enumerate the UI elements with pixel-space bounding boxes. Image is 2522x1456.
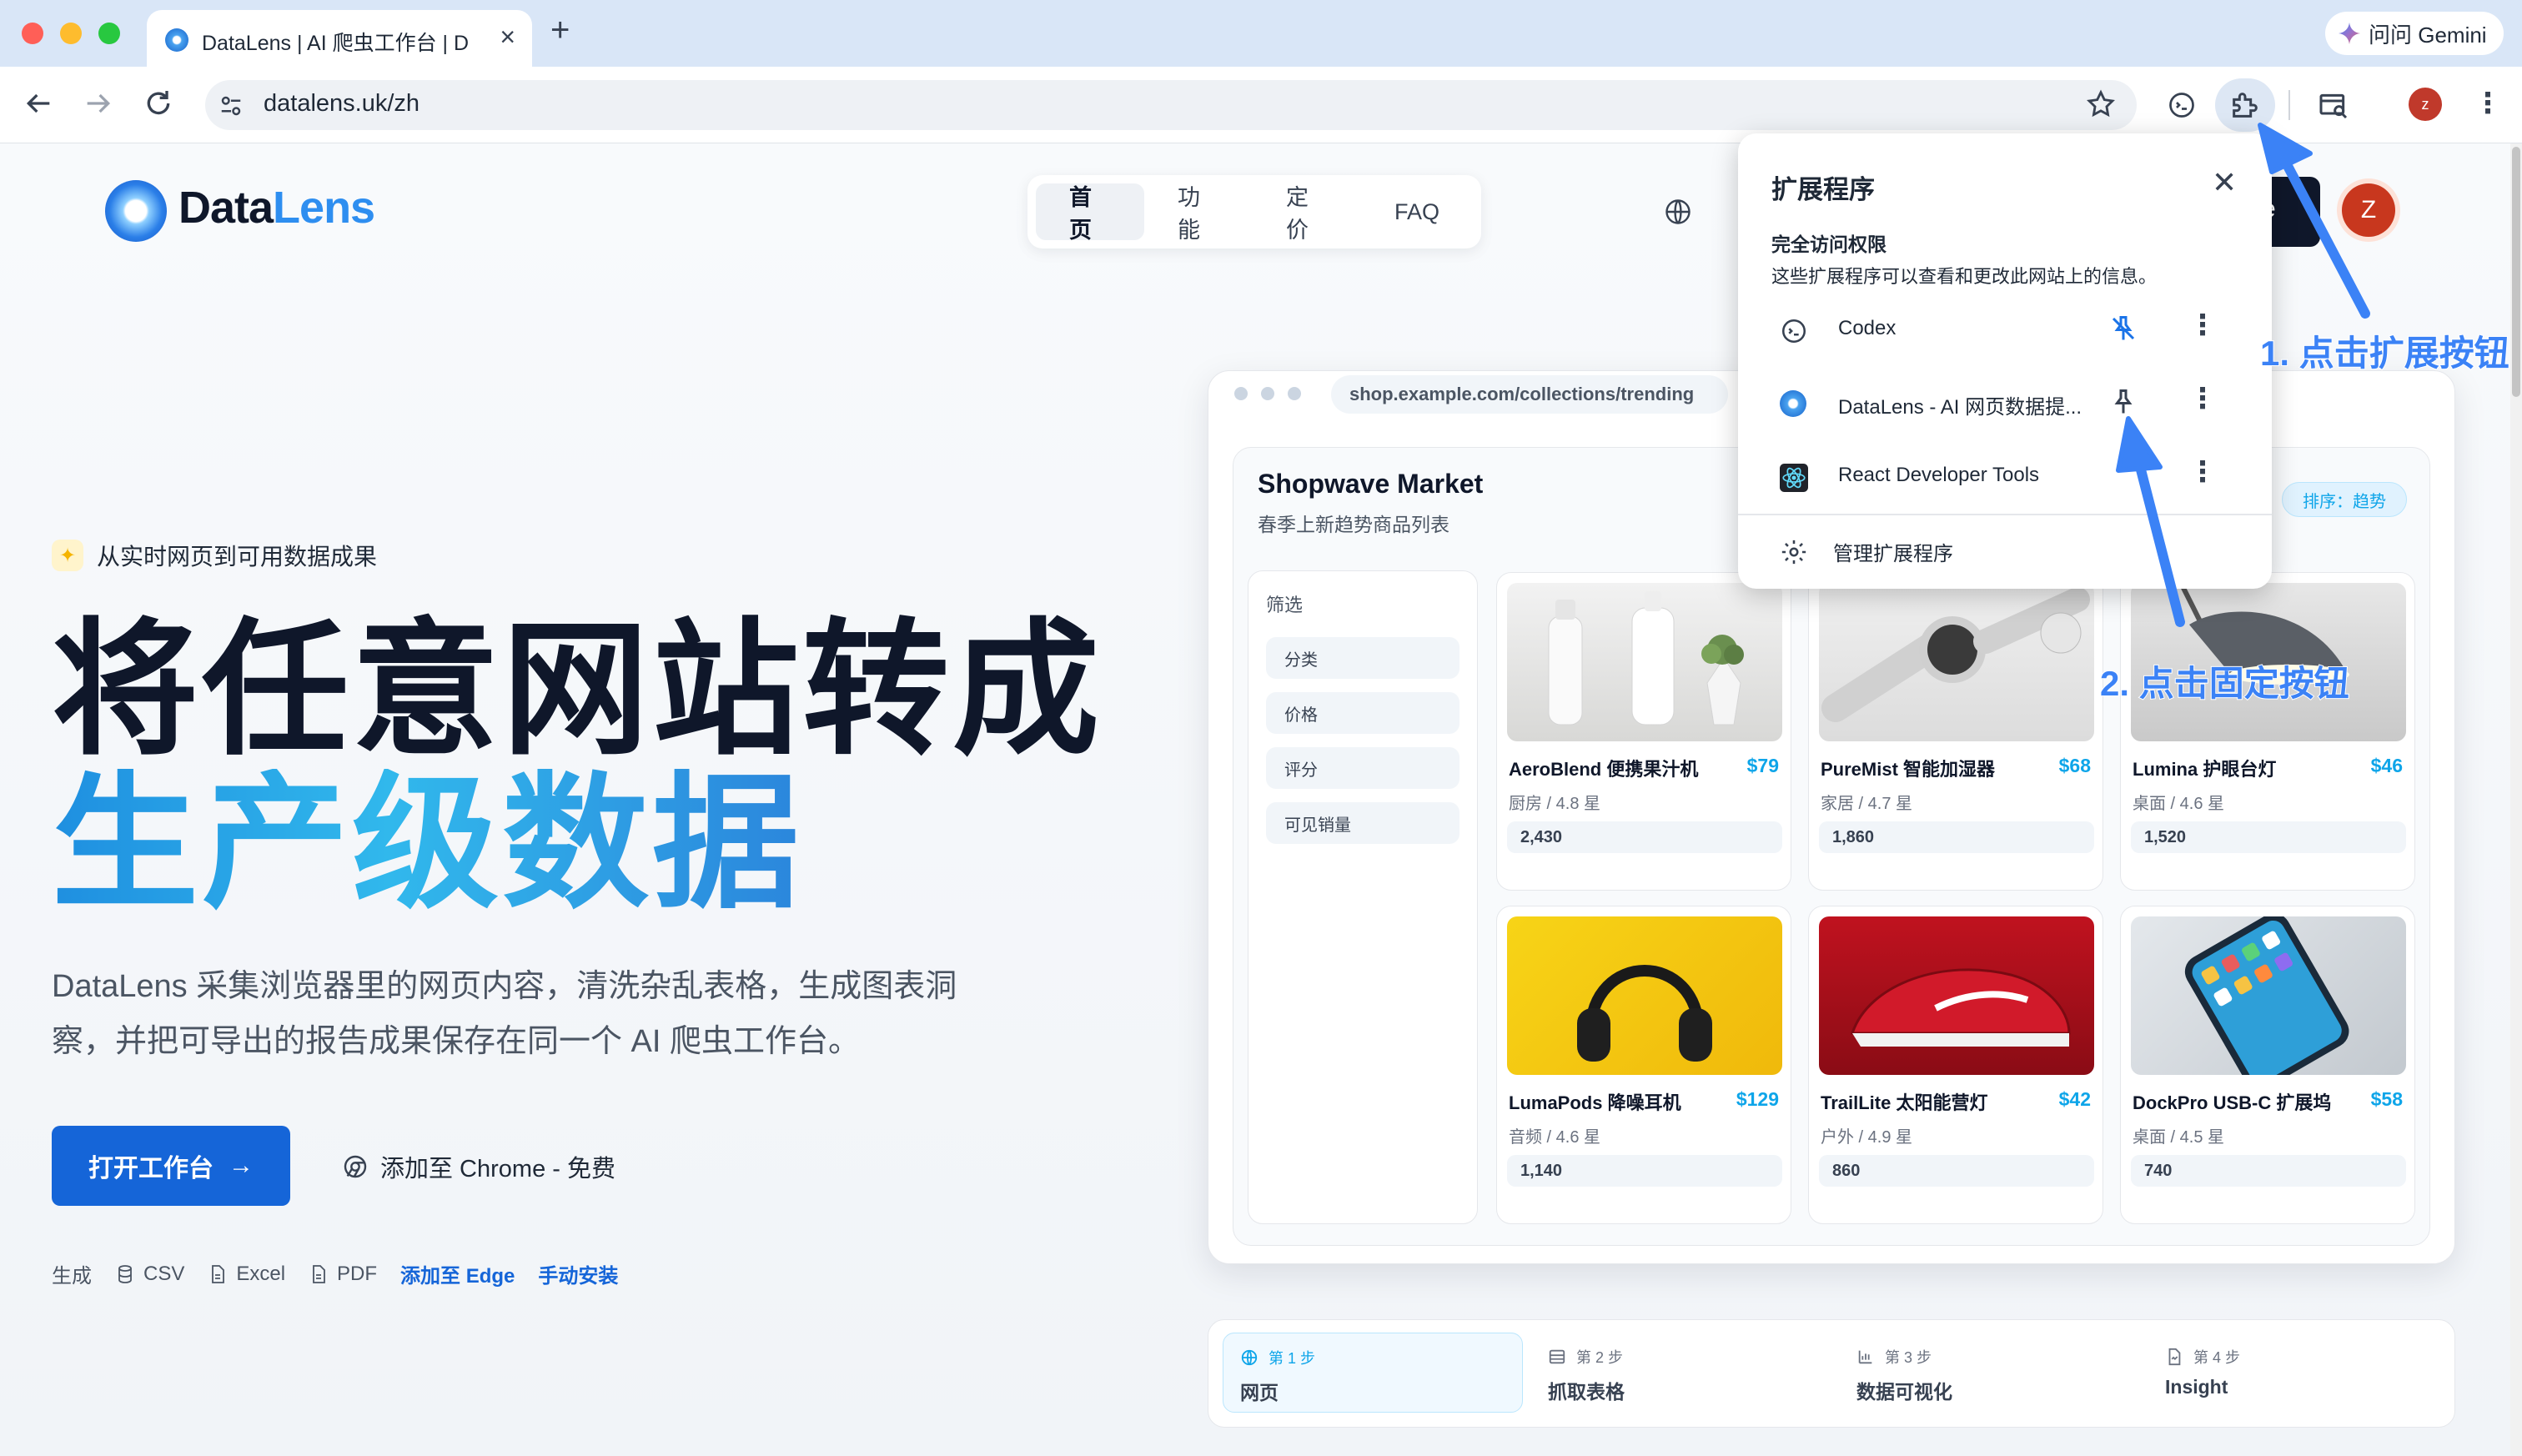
arrow-to-pin-button — [2116, 416, 2185, 627]
annotation-arrows — [2116, 123, 2370, 627]
arrow-to-extensions-button — [2258, 123, 2370, 319]
annotation-step2: 2. 点击固定按钮 — [2099, 663, 2350, 704]
annotation-step1: 1. 点击扩展按钮 — [2259, 333, 2510, 374]
